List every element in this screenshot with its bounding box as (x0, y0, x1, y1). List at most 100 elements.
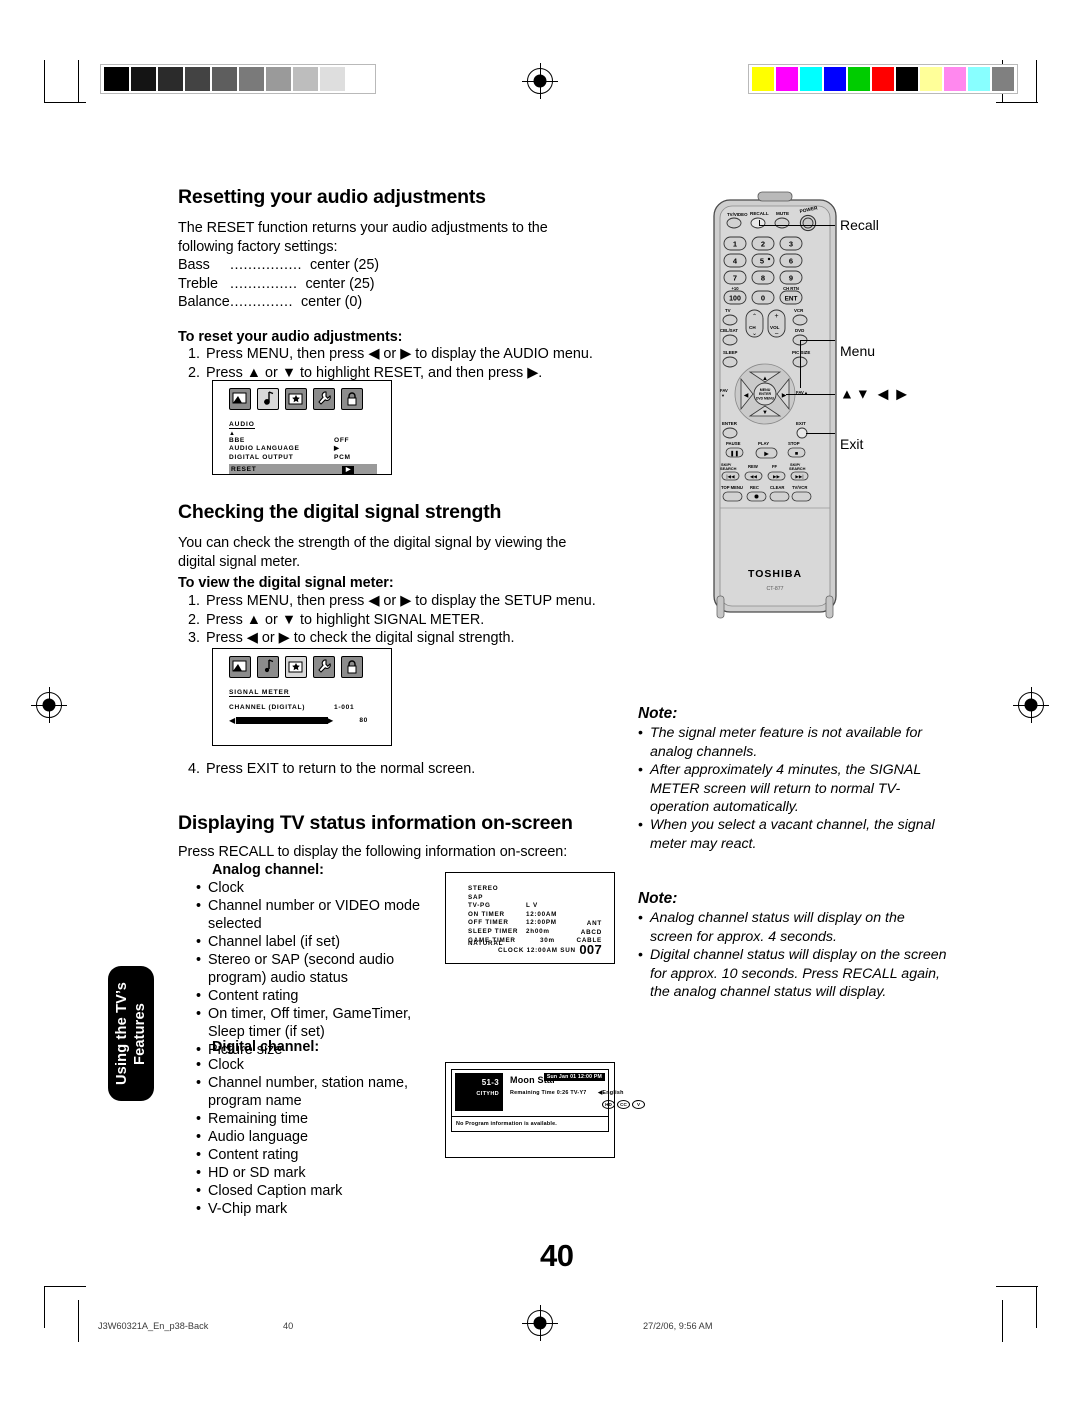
grayscale-swatch (347, 67, 372, 91)
crop-mark-tl-v2 (78, 60, 79, 102)
svg-text:DVD MENU: DVD MENU (756, 397, 775, 401)
crop-mark-br-h (996, 1286, 1038, 1287)
closed-caption-mark-icon: CC (617, 1100, 630, 1109)
svg-text:▲: ▲ (762, 376, 768, 382)
svg-text:⌄: ⌄ (752, 331, 757, 337)
svg-text:VOL: VOL (770, 325, 780, 330)
grayscale-swatch (185, 67, 210, 91)
color-swatch (776, 67, 798, 91)
svg-text:|◀◀: |◀◀ (726, 474, 735, 479)
color-swatch (920, 67, 942, 91)
svg-text:▶▶: ▶▶ (773, 474, 781, 479)
bullet-icon: • (196, 1111, 202, 1127)
setting-dots-bass: ................ (230, 257, 302, 273)
svg-text:8: 8 (761, 274, 765, 283)
setting-name-balance: Balance (178, 294, 230, 311)
section-heading-signal-strength: Checking the digital signal strength (178, 501, 502, 523)
grayscale-swatch (293, 67, 318, 91)
bullet-icon: • (196, 1006, 202, 1022)
step-number: 1. (187, 346, 200, 362)
bullet-icon: • (196, 1075, 202, 1091)
preferences-icon (285, 388, 307, 410)
grayscale-swatch (239, 67, 264, 91)
source-ant: ANT (586, 920, 602, 927)
picture-icon (229, 656, 251, 678)
osd-line-key: OFF TIMER (468, 919, 509, 927)
callout-line-recall (759, 225, 835, 226)
digital-program-meta: Remaining Time 0:26 TV-Y7 (510, 1090, 587, 1096)
color-swatch (992, 67, 1014, 91)
note-signal-meter: Note: • The signal meter feature is not a… (638, 705, 956, 853)
signal-meter-screenshot: SIGNAL METER CHANNEL (DIGITAL) 1-001 ◀ ▶ … (212, 648, 392, 746)
osd-highlighted-reset-row: RESET ▶ (229, 464, 377, 474)
osd-line-key: ON TIMER (468, 910, 505, 918)
crop-mark-tr-h (996, 102, 1038, 103)
list-item: Closed Caption mark (208, 1183, 343, 1199)
setting-value-treble: center (25) (305, 275, 375, 292)
svg-text:0: 0 (761, 294, 765, 303)
list-item: V-Chip mark (208, 1201, 288, 1217)
grayscale-swatch (104, 67, 129, 91)
chapter-side-tab-label: Using the TV’s Features (114, 982, 148, 1085)
note-item: The signal meter feature is not availabl… (650, 725, 923, 760)
step-text: Press ▲ or ▼ to highlight SIGNAL METER. (206, 611, 485, 628)
registration-mark-bottom (522, 1305, 558, 1341)
osd-reset-arrow: ▶ (342, 465, 355, 474)
source-abcd: ABCD (580, 928, 602, 936)
picture-icon (229, 388, 251, 410)
osd-line-value: 30m (540, 936, 555, 944)
bullet-icon: • (638, 947, 643, 964)
osd-line-value: L V (526, 902, 538, 910)
list-item: Channel label (if set) (208, 934, 340, 950)
setting-name-treble: Treble (178, 275, 218, 292)
svg-text:⌃: ⌃ (752, 313, 757, 320)
osd-channel-row: CHANNEL (DIGITAL) 1-001 (229, 704, 391, 712)
color-swatch (848, 67, 870, 91)
svg-text:1: 1 (733, 240, 737, 249)
footer-timestamp: 27/2/06, 9:56 AM (643, 1321, 713, 1331)
section1-howto-title: To reset your audio adjustments: (178, 329, 403, 345)
color-swatch (944, 67, 966, 91)
osd-icon-row (213, 381, 391, 413)
crop-mark-bl-v (44, 1286, 45, 1328)
callout-exit: Exit (840, 436, 864, 452)
setting-dots-treble: ............... (230, 275, 298, 292)
osd-icon-row (213, 649, 391, 681)
bullet-icon: • (638, 910, 643, 927)
clock-label: CLOCK 12:00AM SUN (498, 947, 576, 954)
setting-value-bass: center (25) (309, 257, 380, 273)
osd-line-value: 2h00m (526, 927, 550, 935)
svg-text:◀◀: ◀◀ (750, 474, 758, 479)
osd-row-key: AUDIO LANGUAGE (229, 445, 300, 453)
lock-icon (341, 388, 363, 410)
osd-row-value: ▶ (334, 445, 340, 453)
color-swatch (968, 67, 990, 91)
hd-mark-icon: HD (602, 1100, 615, 1109)
section2-howto-title: To view the digital signal meter: (178, 575, 394, 591)
svg-text:❚❚: ❚❚ (730, 450, 739, 457)
color-swatch (752, 67, 774, 91)
section1-settings: Bass................ center (25) Treble..… (178, 256, 478, 312)
grayscale-swatch (212, 67, 237, 91)
channel-number: 007 (579, 942, 602, 957)
svg-text:+: + (774, 313, 778, 320)
setup-wrench-icon (313, 388, 335, 410)
footer-page-number: 40 (283, 1321, 294, 1331)
callout-line-menu-v (800, 340, 801, 388)
svg-text:CLEAR: CLEAR (770, 485, 784, 490)
list-item: Audio language (208, 1129, 309, 1145)
osd-line-value: 12:00AM (526, 910, 558, 918)
digital-clock: Sun Jan 01 12:00 PM (543, 1073, 605, 1081)
bullet-icon: • (196, 934, 202, 950)
svg-text:RECALL: RECALL (750, 211, 769, 216)
crop-mark-bl-v2 (78, 1300, 79, 1342)
registration-mark-left (31, 687, 67, 723)
lock-icon (341, 656, 363, 678)
section1-steps: 1. Press MENU, then press ◀ or ▶ to displ… (178, 345, 608, 382)
note-item: Analog channel status will display on th… (650, 910, 905, 945)
svg-text:◀: ◀ (744, 393, 749, 399)
osd-line-key: TV-PG (468, 902, 491, 910)
analog-channel-title: Analog channel: (212, 862, 324, 878)
svg-text:6: 6 (789, 257, 793, 266)
section2-steps: 1. Press MENU, then press ◀ or ▶ to displ… (178, 592, 608, 648)
